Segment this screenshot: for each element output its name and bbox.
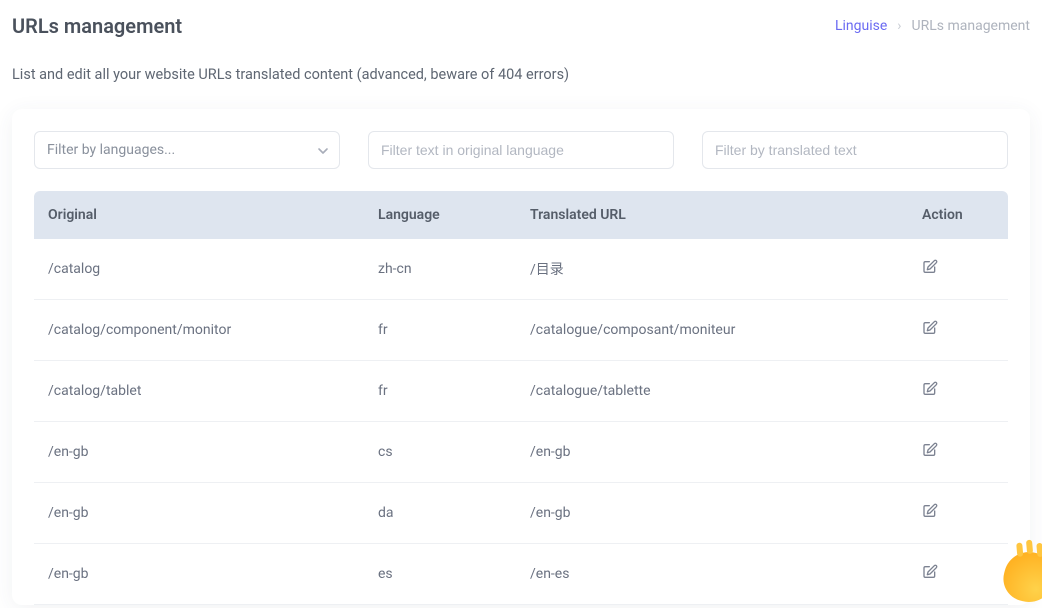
cell-language: da [364,483,516,544]
cell-translated: /en-gb [516,422,908,483]
edit-icon[interactable] [922,503,938,519]
cell-original: /en-gb [34,422,364,483]
cell-original: /catalog/component/monitor [34,300,364,361]
edit-icon[interactable] [922,320,938,336]
filter-original-wrap [368,131,674,169]
th-original: Original [34,191,364,239]
cell-original: /en-gb [34,483,364,544]
cell-action [908,361,1008,422]
cell-language: fr [364,361,516,422]
cell-translated: /en-es [516,544,908,605]
table-row: /catalog/component/monitorfr/catalogue/c… [34,300,1008,361]
filter-bar: Filter by languages... [34,131,1008,169]
cell-translated: /目录 [516,239,908,300]
cell-translated: /en-gb [516,483,908,544]
cell-action [908,544,1008,605]
table-row: /en-gbda/en-gb [34,483,1008,544]
cell-original: /catalog [34,239,364,300]
page-title: URLs management [12,14,182,38]
cell-language: es [364,544,516,605]
edit-icon[interactable] [922,259,938,275]
filter-translated-wrap [702,131,1008,169]
filter-language-select[interactable]: Filter by languages... [34,131,340,169]
filter-original-input[interactable] [381,142,661,158]
cell-translated: /catalogue/tablette [516,361,908,422]
filter-translated-input[interactable] [715,142,995,158]
edit-icon[interactable] [922,564,938,580]
th-language: Language [364,191,516,239]
edit-icon[interactable] [922,381,938,397]
table-row: /en-gbes/en-es [34,544,1008,605]
urls-card: Filter by languages... Original Language… [12,109,1030,605]
th-translated: Translated URL [516,191,908,239]
breadcrumb-current: URLs management [912,18,1030,34]
cell-original: /catalog/tablet [34,361,364,422]
cell-action [908,483,1008,544]
cell-original: /en-gb [34,544,364,605]
edit-icon[interactable] [922,442,938,458]
cell-action [908,300,1008,361]
page-subtitle: List and edit all your website URLs tran… [0,38,1042,97]
chevron-down-icon [317,145,327,155]
breadcrumb: Linguise › URLs management [835,18,1030,34]
filter-language-placeholder: Filter by languages... [47,142,175,158]
breadcrumb-root-link[interactable]: Linguise [835,18,887,34]
cell-language: zh-cn [364,239,516,300]
cell-translated: /catalogue/composant/moniteur [516,300,908,361]
breadcrumb-separator: › [897,18,901,34]
cell-action [908,239,1008,300]
table-row: /catalog/tabletfr/catalogue/tablette [34,361,1008,422]
cell-action [908,422,1008,483]
th-action: Action [908,191,1008,239]
cell-language: fr [364,300,516,361]
urls-table: Original Language Translated URL Action … [34,191,1008,605]
table-row: /en-gbcs/en-gb [34,422,1008,483]
cell-language: cs [364,422,516,483]
table-row: /catalogzh-cn/目录 [34,239,1008,300]
